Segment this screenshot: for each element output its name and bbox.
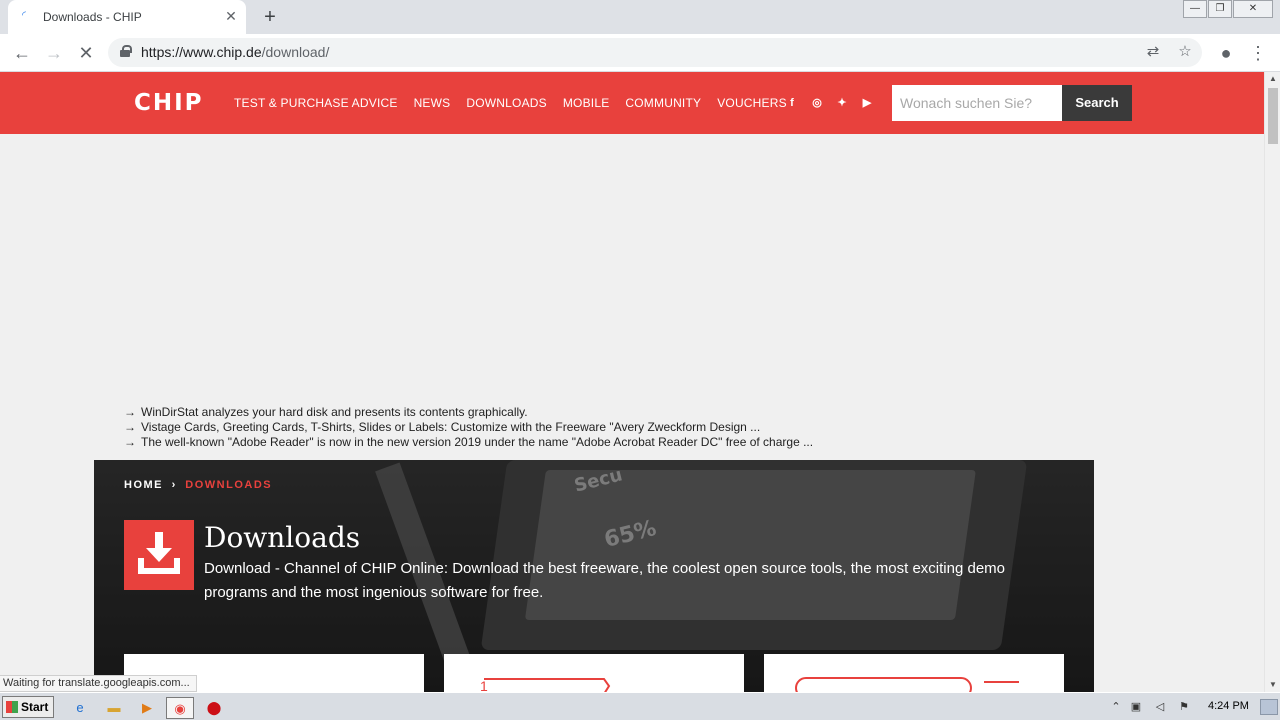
anyrun-watermark: ANY RUN	[1040, 684, 1247, 692]
main-nav: TEST & PURCHASE ADVICE NEWS DOWNLOADS MO…	[234, 96, 787, 110]
scroll-thumb[interactable]	[1268, 88, 1278, 144]
network-icon[interactable]: ▣	[1128, 699, 1144, 715]
opera-icon[interactable]: ⬤	[200, 697, 228, 719]
forward-button[interactable]: →	[42, 41, 66, 65]
twitter-icon[interactable]: ✦	[835, 96, 849, 110]
breadcrumb-home[interactable]: HOME	[124, 479, 163, 491]
nav-community[interactable]: COMMUNITY	[625, 96, 701, 110]
loading-favicon-icon: ◜	[22, 10, 26, 21]
start-button[interactable]: Start	[2, 696, 54, 718]
teaser-list: → WinDirStat analyzes your hard disk and …	[124, 405, 813, 450]
arrow-right-icon: →	[124, 435, 136, 449]
arrow-right-icon: →	[124, 405, 136, 419]
page-scrollbar[interactable]: ▲ ▼	[1264, 72, 1280, 692]
page-description: Download - Channel of CHIP Online: Downl…	[204, 560, 1005, 601]
windows-taskbar: Start e ▬ ▶ ◉ ⬤ ⌃ ▣ ◁ ⚑ 4:24 PM	[0, 692, 1280, 720]
tab-strip: ◜ Downloads - CHIP ✕ + — ❐ ✕	[0, 0, 1280, 34]
taskbar-clock[interactable]: 4:24 PM	[1208, 700, 1249, 712]
close-tab-button[interactable]: ✕	[223, 8, 239, 24]
show-desktop-button[interactable]	[1260, 699, 1278, 715]
bookmark-star-icon[interactable]: ☆	[1174, 41, 1196, 63]
download-card[interactable]: 1	[444, 654, 744, 692]
lock-icon	[120, 45, 132, 57]
search-input[interactable]	[892, 85, 1062, 121]
breadcrumb: HOME › DOWNLOADS	[124, 479, 272, 491]
scroll-down-arrow-icon[interactable]: ▼	[1265, 678, 1280, 692]
arrow-right-icon: →	[124, 420, 136, 434]
teaser-link[interactable]: → WinDirStat analyzes your hard disk and …	[124, 405, 813, 420]
chrome-icon[interactable]: ◉	[166, 697, 194, 719]
instagram-icon[interactable]: ◎	[810, 96, 824, 110]
file-explorer-icon[interactable]: ▬	[100, 697, 128, 719]
scroll-up-arrow-icon[interactable]: ▲	[1265, 72, 1280, 86]
url-text: https://www.chip.de/download/	[141, 44, 330, 60]
media-player-icon[interactable]: ▶	[133, 697, 161, 719]
profile-icon[interactable]: ●	[1214, 41, 1238, 65]
minimize-button[interactable]: —	[1183, 0, 1207, 18]
tray-expand-icon[interactable]: ⌃	[1108, 699, 1124, 715]
search-button[interactable]: Search	[1062, 85, 1132, 121]
nav-test-purchase-advice[interactable]: TEST & PURCHASE ADVICE	[234, 96, 398, 110]
restore-button[interactable]: ❐	[1208, 0, 1232, 18]
download-icon	[124, 520, 194, 590]
nav-vouchers[interactable]: VOUCHERS	[717, 96, 787, 110]
page-viewport: CHIP TEST & PURCHASE ADVICE NEWS DOWNLOA…	[0, 72, 1264, 692]
download-card[interactable]	[764, 654, 1064, 692]
teaser-link[interactable]: → The well-known "Adobe Reader" is now in…	[124, 435, 813, 450]
menu-icon[interactable]: ⋮	[1246, 41, 1270, 65]
back-button[interactable]: ←	[10, 41, 34, 65]
teaser-link[interactable]: → Vistage Cards, Greeting Cards, T-Shirts…	[124, 420, 813, 435]
volume-icon[interactable]: ◁	[1152, 699, 1168, 715]
page-title: Downloads	[204, 521, 361, 554]
browser-tab[interactable]: ◜ Downloads - CHIP ✕	[8, 0, 246, 34]
chip-logo[interactable]: CHIP	[134, 92, 204, 115]
new-tab-button[interactable]: +	[258, 5, 282, 29]
nav-downloads[interactable]: DOWNLOADS	[466, 96, 546, 110]
nav-news[interactable]: NEWS	[414, 96, 451, 110]
breadcrumb-current: DOWNLOADS	[185, 479, 273, 491]
browser-toolbar: ← → ✕ https://www.chip.de/download/ ⇄ ☆ …	[0, 34, 1280, 72]
chevron-right-icon: ›	[171, 479, 177, 491]
downloads-hero: 65% Secu HOME › DOWNLOADS Downloads Down…	[94, 460, 1094, 692]
close-window-button[interactable]: ✕	[1233, 0, 1273, 18]
youtube-icon[interactable]: ▶	[860, 96, 874, 110]
address-bar[interactable]: https://www.chip.de/download/ ⇄ ☆	[108, 38, 1202, 67]
stop-loading-button[interactable]: ✕	[74, 41, 98, 65]
svg-text:1: 1	[480, 678, 488, 692]
translate-icon[interactable]: ⇄	[1142, 41, 1164, 63]
internet-explorer-icon[interactable]: e	[66, 697, 94, 719]
facebook-icon[interactable]: f	[785, 96, 799, 110]
status-bar: Waiting for translate.googleapis.com...	[0, 675, 197, 692]
nav-mobile[interactable]: MOBILE	[563, 96, 610, 110]
tab-title: Downloads - CHIP	[43, 10, 142, 24]
action-center-flag-icon[interactable]: ⚑	[1176, 699, 1192, 715]
chip-header: CHIP TEST & PURCHASE ADVICE NEWS DOWNLOA…	[0, 72, 1264, 134]
